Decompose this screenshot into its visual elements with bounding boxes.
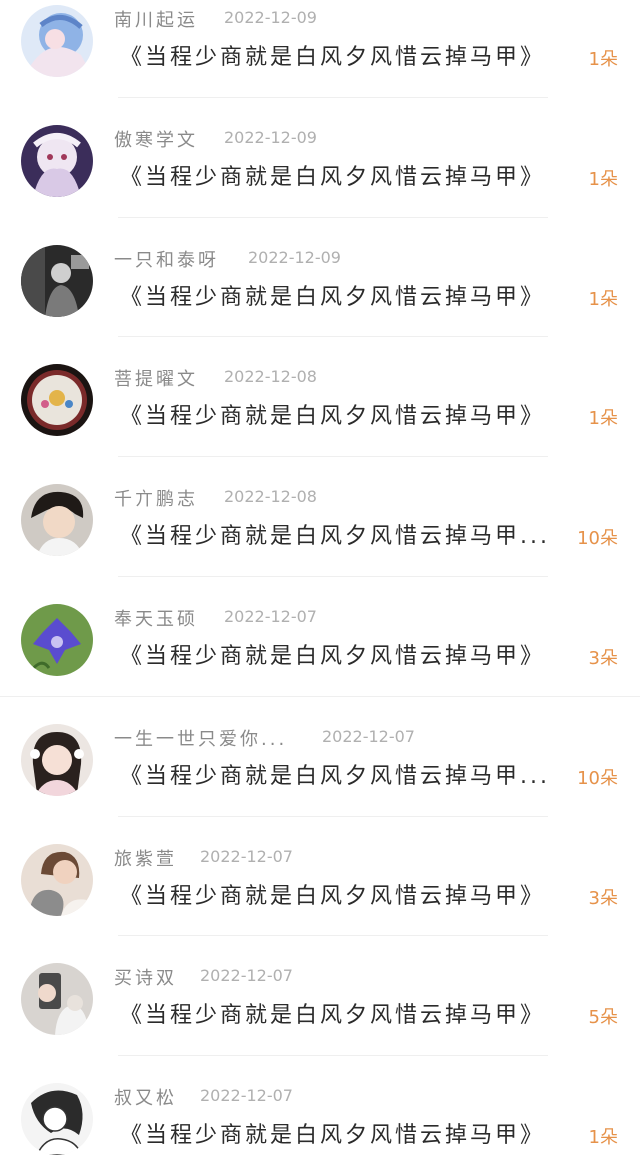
date: 2022-12-09 xyxy=(224,127,317,147)
flower-count: 1朵 xyxy=(588,49,618,70)
list-item[interactable]: 一生一世只爱你... 2022-12-07 《当程少商就是白风夕风惜云掉马甲..… xyxy=(0,697,640,817)
avatar[interactable] xyxy=(21,484,93,557)
gift-record-list: 南川起运 2022-12-09 《当程少商就是白风夕风惜云掉马甲》 1朵 傲寒学… xyxy=(0,0,640,1176)
list-item[interactable]: 傲寒学文 2022-12-09 《当程少商就是白风夕风惜云掉马甲》 1朵 xyxy=(0,98,640,218)
avatar[interactable] xyxy=(21,723,93,796)
username[interactable]: 一生一世只爱你... xyxy=(114,725,287,751)
flower-count: 3朵 xyxy=(588,887,618,909)
avatar[interactable] xyxy=(21,364,93,437)
article-title[interactable]: 《当程少商就是白风夕风惜云掉马甲... xyxy=(120,758,582,790)
avatar[interactable] xyxy=(21,5,93,77)
date: 2022-12-07 xyxy=(200,846,293,866)
article-title[interactable]: 《当程少商就是白风夕风惜云掉马甲》 xyxy=(120,159,580,191)
date: 2022-12-07 xyxy=(322,726,415,746)
list-item[interactable]: 菩提曜文 2022-12-08 《当程少商就是白风夕风惜云掉马甲》 1朵 xyxy=(0,337,640,458)
flower-count: 1朵 xyxy=(588,168,618,190)
article-title[interactable]: 《当程少商就是白风夕风惜云掉马甲... xyxy=(120,518,582,550)
flower-count: 10朵 xyxy=(577,528,618,550)
date: 2022-12-09 xyxy=(224,8,317,27)
flower-count: 3朵 xyxy=(588,647,618,669)
date: 2022-12-08 xyxy=(224,487,317,507)
avatar[interactable] xyxy=(21,1083,93,1156)
date: 2022-12-09 xyxy=(248,247,341,267)
avatar[interactable] xyxy=(21,843,93,916)
flower-count: 1朵 xyxy=(588,288,618,310)
article-title[interactable]: 《当程少商就是白风夕风惜云掉马甲》 xyxy=(120,878,580,910)
date: 2022-12-07 xyxy=(200,1086,293,1106)
username[interactable]: 菩提曜文 xyxy=(114,365,198,391)
list-item[interactable]: 旅紫萱 2022-12-07 《当程少商就是白风夕风惜云掉马甲》 3朵 xyxy=(0,817,640,937)
flower-count: 5朵 xyxy=(588,1007,618,1029)
username[interactable]: 南川起运 xyxy=(114,6,198,32)
flower-count: 10朵 xyxy=(577,767,618,789)
date: 2022-12-07 xyxy=(200,966,293,986)
list-item[interactable]: 买诗双 2022-12-07 《当程少商就是白风夕风惜云掉马甲》 5朵 xyxy=(0,936,640,1057)
flower-count: 1朵 xyxy=(588,408,618,430)
username[interactable]: 旅紫萱 xyxy=(114,845,177,871)
article-title[interactable]: 《当程少商就是白风夕风惜云掉马甲》 xyxy=(120,398,580,430)
list-item[interactable]: 叔又松 2022-12-07 《当程少商就是白风夕风惜云掉马甲》 1朵 xyxy=(0,1056,640,1176)
list-item[interactable]: 奉天玉硕 2022-12-07 《当程少商就是白风夕风惜云掉马甲》 3朵 xyxy=(0,577,640,697)
date: 2022-12-07 xyxy=(224,606,317,626)
article-title[interactable]: 《当程少商就是白风夕风惜云掉马甲》 xyxy=(120,1117,580,1149)
article-title[interactable]: 《当程少商就是白风夕风惜云掉马甲》 xyxy=(120,279,580,311)
username[interactable]: 叔又松 xyxy=(114,1084,177,1110)
flower-count: 1朵 xyxy=(588,1127,618,1149)
username[interactable]: 买诗双 xyxy=(114,964,177,990)
list-item[interactable]: 南川起运 2022-12-09 《当程少商就是白风夕风惜云掉马甲》 1朵 xyxy=(0,0,640,98)
article-title[interactable]: 《当程少商就是白风夕风惜云掉马甲》 xyxy=(120,638,580,670)
username[interactable]: 一只和泰呀 xyxy=(114,246,219,272)
avatar[interactable] xyxy=(21,603,93,676)
list-item[interactable]: 一只和泰呀 2022-12-09 《当程少商就是白风夕风惜云掉马甲》 1朵 xyxy=(0,218,640,338)
article-title[interactable]: 《当程少商就是白风夕风惜云掉马甲》 xyxy=(120,39,580,71)
avatar[interactable] xyxy=(21,124,93,197)
list-item[interactable]: 千亣鹏志 2022-12-08 《当程少商就是白风夕风惜云掉马甲... 10朵 xyxy=(0,457,640,577)
date: 2022-12-08 xyxy=(224,367,317,387)
username[interactable]: 奉天玉硕 xyxy=(114,605,198,631)
username[interactable]: 千亣鹏志 xyxy=(114,485,198,511)
avatar[interactable] xyxy=(21,963,93,1036)
avatar[interactable] xyxy=(21,244,93,317)
username[interactable]: 傲寒学文 xyxy=(114,126,198,152)
article-title[interactable]: 《当程少商就是白风夕风惜云掉马甲》 xyxy=(120,997,580,1029)
